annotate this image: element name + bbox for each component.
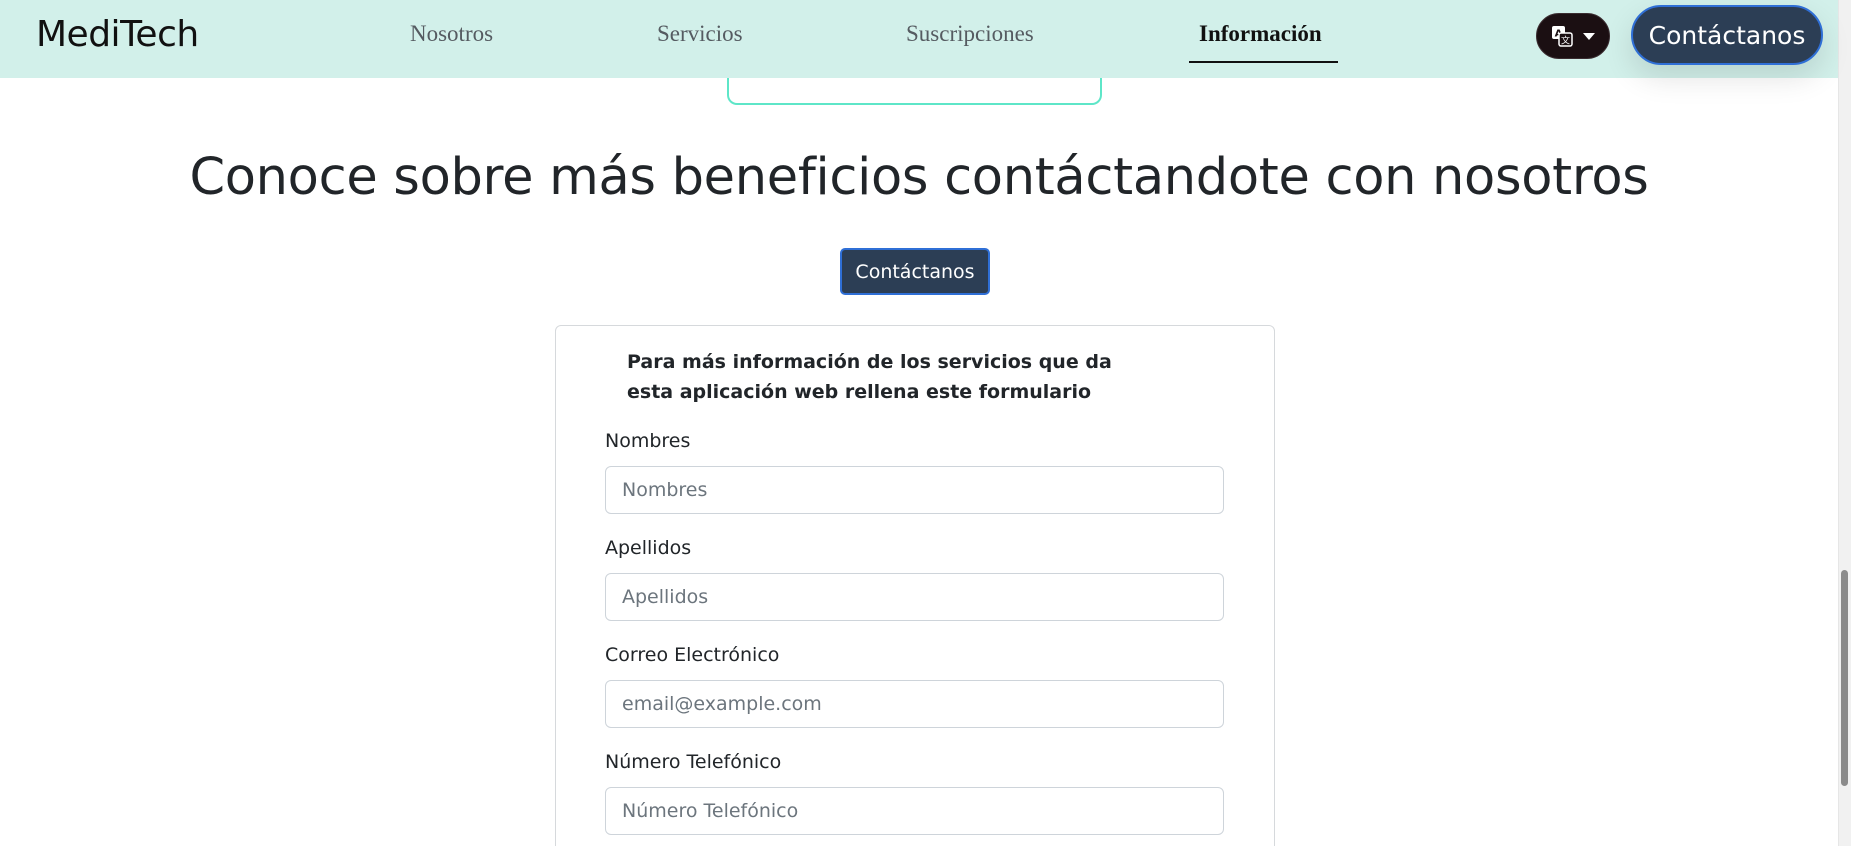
chevron-down-icon: [1583, 32, 1595, 40]
contact-cta-button[interactable]: Contáctanos: [840, 248, 990, 295]
section-headline: Conoce sobre más beneficios contáctandot…: [189, 148, 1649, 207]
email-field[interactable]: [605, 680, 1224, 728]
translate-icon: A 文: [1551, 25, 1573, 47]
scrollbar-thumb[interactable]: [1841, 570, 1848, 786]
nav-contact-button[interactable]: Contáctanos: [1631, 5, 1823, 65]
nav-link-informacion[interactable]: Información: [1199, 21, 1322, 47]
svg-text:文: 文: [1561, 35, 1570, 47]
page-scrollbar[interactable]: [1838, 0, 1851, 846]
nombres-label: Nombres: [605, 430, 691, 452]
apellidos-input[interactable]: [605, 573, 1224, 621]
nombres-input[interactable]: [605, 466, 1224, 514]
phone-label: Número Telefónico: [605, 751, 782, 773]
active-nav-indicator: [1189, 61, 1338, 63]
email-label: Correo Electrónico: [605, 644, 780, 666]
apellidos-label: Apellidos: [605, 537, 692, 559]
phone-input[interactable]: [605, 787, 1224, 835]
brand-logo[interactable]: MediTech: [36, 14, 199, 55]
language-dropdown-button[interactable]: A 文: [1536, 13, 1610, 59]
navbar: MediTech Nosotros Servicios Suscripcione…: [0, 0, 1838, 78]
nav-link-servicios[interactable]: Servicios: [657, 21, 743, 47]
nav-link-nosotros[interactable]: Nosotros: [410, 21, 493, 47]
form-intro-text: Para más información de los servicios qu…: [627, 351, 1112, 403]
nav-link-suscripciones[interactable]: Suscripciones: [906, 21, 1034, 47]
